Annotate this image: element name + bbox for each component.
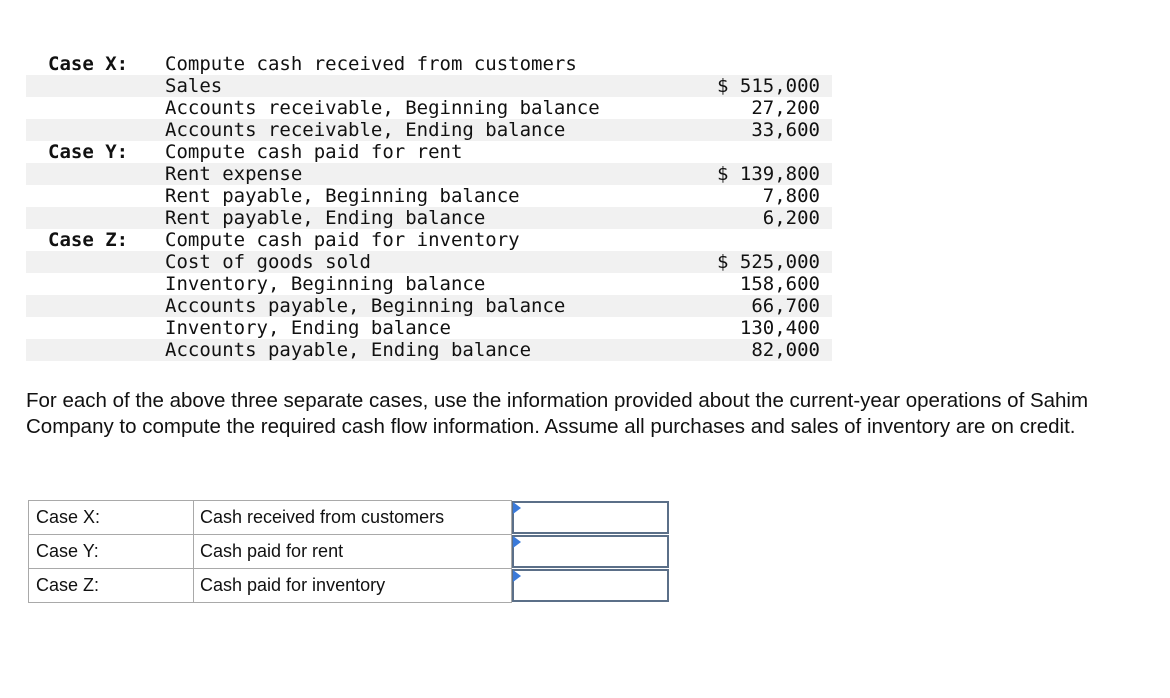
answer-label: Cash received from customers — [193, 500, 512, 535]
data-row: Rent payable, Beginning balance 7,800 — [26, 185, 832, 207]
answer-case-label: Case Z: — [28, 568, 194, 603]
answer-row: Case Z: Cash paid for inventory — [28, 568, 670, 603]
data-row: Accounts receivable, Beginning balance 2… — [26, 97, 832, 119]
row-description: Compute cash paid for inventory — [165, 229, 520, 251]
row-amount: $ 515,000 — [717, 75, 820, 97]
answer-cell — [512, 569, 670, 603]
row-description: Rent payable, Beginning balance — [165, 185, 520, 207]
answer-input-box — [512, 501, 669, 534]
data-row: Accounts payable, Ending balance 82,000 — [26, 339, 832, 361]
data-row: Case X: Compute cash received from custo… — [26, 53, 832, 75]
data-row: Cost of goods sold $ 525,000 — [26, 251, 832, 273]
data-row: Inventory, Beginning balance 158,600 — [26, 273, 832, 295]
row-amount: 158,600 — [739, 273, 820, 295]
row-description: Rent expense — [165, 163, 303, 185]
case-data-block: Case X: Compute cash received from custo… — [26, 53, 832, 361]
answer-marker-icon — [513, 502, 521, 514]
row-description: Accounts payable, Ending balance — [165, 339, 532, 361]
row-description: Accounts payable, Beginning balance — [165, 295, 566, 317]
case-label: Case Y: — [48, 141, 129, 163]
row-description: Cost of goods sold — [165, 251, 371, 273]
data-row: Rent payable, Ending balance 6,200 — [26, 207, 832, 229]
row-description: Accounts receivable, Ending balance — [165, 119, 566, 141]
answer-input-box — [512, 569, 669, 602]
case-label: Case X: — [48, 53, 129, 75]
data-row: Rent expense $ 139,800 — [26, 163, 832, 185]
cash-paid-inventory-input[interactable] — [514, 571, 667, 600]
answer-case-label: Case X: — [28, 500, 194, 535]
row-amount: 66,700 — [751, 295, 820, 317]
answer-input-box — [512, 535, 669, 568]
row-description: Compute cash paid for rent — [165, 141, 463, 163]
row-description: Inventory, Ending balance — [165, 317, 451, 339]
answer-case-label: Case Y: — [28, 534, 194, 569]
row-amount: 33,600 — [751, 119, 820, 141]
instructions-text: For each of the above three separate cas… — [26, 389, 1089, 438]
data-row: Accounts receivable, Ending balance 33,6… — [26, 119, 832, 141]
answer-label: Cash paid for rent — [193, 534, 512, 569]
row-amount: 27,200 — [751, 97, 820, 119]
row-amount: 6,200 — [762, 207, 820, 229]
data-row: Accounts payable, Beginning balance 66,7… — [26, 295, 832, 317]
answer-row: Case Y: Cash paid for rent — [28, 534, 670, 569]
row-amount: $ 139,800 — [717, 163, 820, 185]
answer-marker-icon — [513, 570, 521, 582]
row-amount: $ 525,000 — [717, 251, 820, 273]
answer-row: Case X: Cash received from customers — [28, 500, 670, 535]
answer-label: Cash paid for inventory — [193, 568, 512, 603]
data-row: Case Z: Compute cash paid for inventory — [26, 229, 832, 251]
answer-table: Case X: Cash received from customers Cas… — [28, 500, 670, 603]
row-description: Sales — [165, 75, 223, 97]
row-description: Accounts receivable, Beginning balance — [165, 97, 600, 119]
cash-received-input[interactable] — [514, 503, 667, 532]
data-row: Inventory, Ending balance 130,400 — [26, 317, 832, 339]
row-amount: 82,000 — [751, 339, 820, 361]
data-row: Case Y: Compute cash paid for rent — [26, 141, 832, 163]
row-description: Compute cash received from customers — [165, 53, 577, 75]
answer-marker-icon — [513, 536, 521, 548]
answer-cell — [512, 535, 670, 569]
answer-cell — [512, 501, 670, 535]
row-description: Rent payable, Ending balance — [165, 207, 486, 229]
row-amount: 130,400 — [739, 317, 820, 339]
data-row: Sales $ 515,000 — [26, 75, 832, 97]
row-amount: 7,800 — [762, 185, 820, 207]
row-description: Inventory, Beginning balance — [165, 273, 486, 295]
case-label: Case Z: — [48, 229, 129, 251]
cash-paid-rent-input[interactable] — [514, 537, 667, 566]
